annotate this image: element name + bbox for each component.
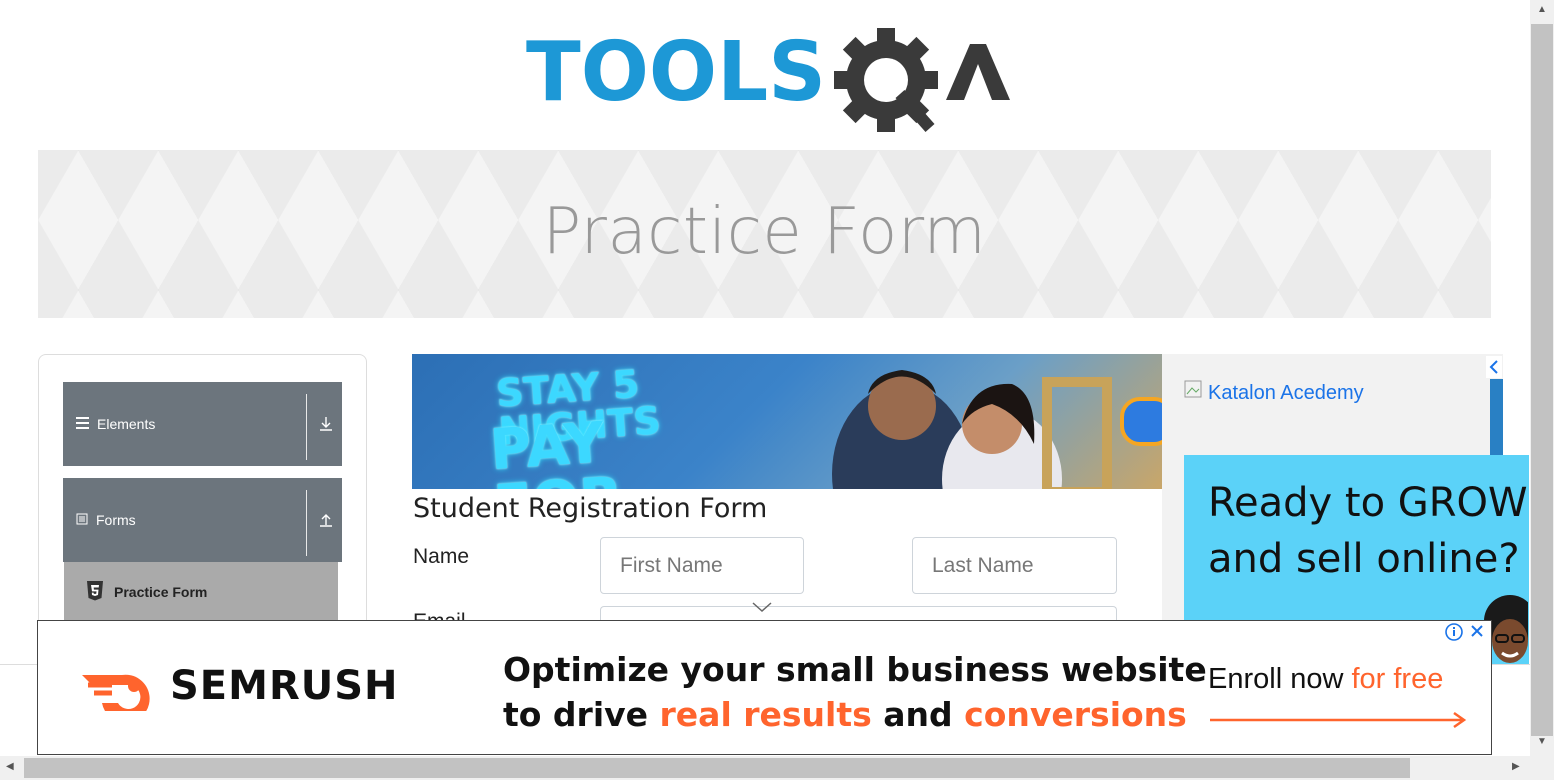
download-icon[interactable] xyxy=(316,414,336,434)
last-name-placeholder: Last Name xyxy=(932,553,1034,577)
svg-text:TOOLS: TOOLS xyxy=(526,25,826,120)
scroll-left-icon[interactable]: ◀ xyxy=(6,761,14,772)
html5-icon xyxy=(86,580,104,604)
chevron-down-icon[interactable] xyxy=(751,600,773,614)
ad-highlight-real-results: real results xyxy=(659,695,872,734)
page-banner: Practice Form xyxy=(38,150,1491,318)
page-title: Practice Form xyxy=(542,195,987,269)
first-name-input[interactable]: First Name xyxy=(600,537,804,594)
sidebar-group-elements[interactable]: Elements xyxy=(63,382,342,466)
semrush-logo: SEMRUSH xyxy=(82,661,399,711)
ad-people-image xyxy=(832,370,1162,489)
arrow-right-icon[interactable] xyxy=(1210,711,1468,729)
ad-highlight-conversions: conversions xyxy=(964,695,1187,734)
promo-ad-banner[interactable]: STAY 5 NIGHTS PAY FOR 3 xyxy=(412,354,1162,489)
ad-message-line2-prefix: to drive xyxy=(503,695,660,734)
last-name-input[interactable]: Last Name xyxy=(912,537,1117,594)
scroll-down-icon[interactable]: ▼ xyxy=(1537,736,1547,747)
form-title: Student Registration Form xyxy=(413,493,768,524)
sidebar-item-label: Practice Form xyxy=(114,584,208,600)
name-label: Name xyxy=(413,545,470,568)
scroll-right-icon[interactable]: ▶ xyxy=(1512,761,1520,772)
scroll-up-icon[interactable]: ▲ xyxy=(1537,4,1547,15)
katalon-alt-text: Katalon Acedemy xyxy=(1208,381,1364,404)
grow-ad-line2: and sell online? xyxy=(1208,536,1520,582)
horizontal-scroll-thumb[interactable] xyxy=(24,758,1410,778)
ad-close-icon[interactable] xyxy=(1469,623,1485,646)
sidebar-group-label: Elements xyxy=(97,416,156,432)
document-icon xyxy=(76,512,88,528)
ad-message-line2-mid: and xyxy=(871,695,965,734)
ad-headline-line2: PAY FOR 3 xyxy=(487,410,625,489)
semrush-ad[interactable]: SEMRUSH Optimize your small business web… xyxy=(37,620,1492,755)
ad-message-line1: Optimize your small business website xyxy=(503,650,1207,689)
upload-icon[interactable] xyxy=(316,510,336,530)
enroll-now-text: Enroll now xyxy=(1208,663,1352,695)
sidebar-group-label: Forms xyxy=(96,512,136,528)
katalon-ad-image[interactable]: Katalon Acedemy xyxy=(1184,380,1364,406)
email-input[interactable] xyxy=(600,606,1117,620)
grow-ad-line1: Ready to GROW xyxy=(1208,480,1528,526)
sidebar-item-practice-form[interactable]: Practice Form xyxy=(64,562,338,622)
vertical-scroll-thumb[interactable] xyxy=(1531,24,1553,736)
semrush-brand: SEMRUSH xyxy=(170,663,399,709)
for-free-text: for free xyxy=(1351,663,1444,695)
hamburger-icon xyxy=(76,416,89,432)
enroll-now-link[interactable]: Enroll now for free xyxy=(1208,663,1443,696)
semrush-flame-icon xyxy=(82,674,150,711)
toolsqa-logo[interactable]: TOOLS xyxy=(526,22,1010,134)
sidebar-group-forms[interactable]: Forms xyxy=(63,478,342,562)
chevron-left-icon[interactable] xyxy=(1486,356,1502,378)
first-name-placeholder: First Name xyxy=(620,553,723,577)
ad-info-icon[interactable] xyxy=(1445,623,1463,646)
broken-image-icon xyxy=(1184,380,1206,406)
